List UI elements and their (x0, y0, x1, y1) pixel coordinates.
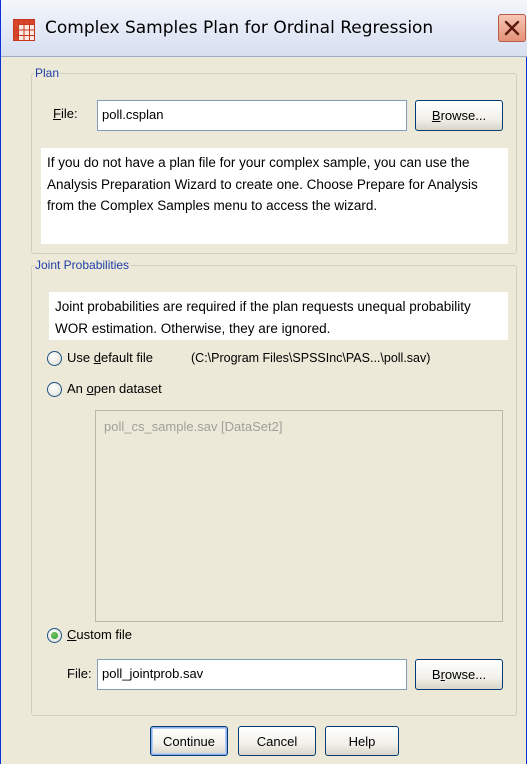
plan-info-text: If you do not have a plan file for your … (41, 148, 508, 244)
custom-file-label[interactable]: Custom file (67, 627, 132, 642)
plan-file-input[interactable]: poll.csplan (97, 100, 407, 131)
custom-file-field-label: File: (67, 666, 92, 681)
custom-file-radio[interactable] (47, 628, 62, 643)
joint-info-text: Joint probabilities are required if the … (49, 292, 508, 340)
custom-browse-button[interactable]: Browse... (415, 659, 503, 690)
close-button[interactable] (498, 14, 526, 42)
dialog-window: Complex Samples Plan for Ordinal Regress… (0, 0, 527, 764)
plan-legend: Plan (35, 66, 60, 80)
title-bar[interactable]: Complex Samples Plan for Ordinal Regress… (1, 0, 527, 57)
close-x-icon (504, 20, 520, 36)
plan-file-label: File: (53, 106, 78, 121)
radio-selected-dot (51, 632, 58, 639)
open-dataset-radio[interactable] (47, 382, 62, 397)
table-grid-icon (13, 19, 35, 41)
cancel-button[interactable]: Cancel (238, 726, 316, 756)
joint-probabilities-legend: Joint Probabilities (35, 258, 130, 272)
open-dataset-listbox[interactable]: poll_cs_sample.sav [DataSet2] (95, 410, 503, 622)
default-file-radio[interactable] (47, 351, 62, 366)
plan-browse-button[interactable]: Browse... (415, 100, 503, 131)
custom-file-input[interactable]: poll_jointprob.sav (97, 659, 407, 690)
default-file-label[interactable]: Use default file (67, 350, 153, 365)
open-dataset-label[interactable]: An open dataset (67, 381, 162, 396)
continue-button[interactable]: Continue (150, 726, 228, 756)
dataset-list-item[interactable]: poll_cs_sample.sav [DataSet2] (104, 419, 494, 434)
window-title: Complex Samples Plan for Ordinal Regress… (45, 18, 434, 38)
default-file-path: (C:\Program Files\SPSSInc\PAS...\poll.sa… (191, 351, 431, 365)
help-button[interactable]: Help (325, 726, 399, 756)
